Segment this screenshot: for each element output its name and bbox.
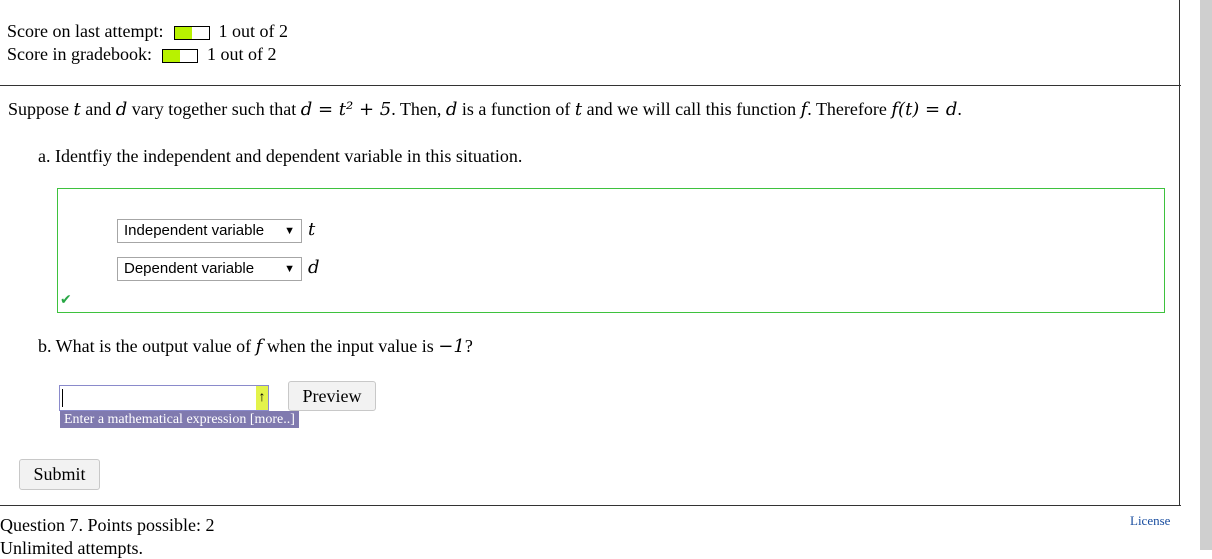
submit-button[interactable]: Submit: [19, 459, 100, 490]
math-var-d: d: [445, 99, 458, 120]
score-last-attempt-bar: [173, 25, 210, 40]
dropdown-arrow-icon: ▼: [284, 225, 295, 237]
next-question-title: Question 7. Points possible: 2: [0, 515, 215, 535]
score-gradebook-bar: [162, 48, 199, 63]
independent-variable-select[interactable]: Independent variable ▼: [117, 219, 302, 243]
score-gradebook: Score in gradebook: 1 out of 2: [7, 43, 276, 65]
select-value: Independent variable: [124, 222, 265, 239]
question-panel: Score on last attempt: 1 out of 2 Score …: [0, 0, 1181, 506]
question-text-part: Suppose: [8, 99, 74, 119]
math-var-d: d: [115, 99, 128, 120]
part-a-prompt: a. Identfiy the independent and dependen…: [38, 146, 523, 166]
math-input-value: −1: [438, 336, 465, 357]
scrollbar[interactable]: [1200, 0, 1212, 550]
up-arrow-icon[interactable]: ↑: [256, 386, 268, 410]
score-last-attempt-value: 1 out of 2: [218, 21, 288, 41]
math-relation: f(t) = d: [891, 99, 958, 120]
divider: [0, 85, 1181, 86]
score-gradebook-value: 1 out of 2: [206, 44, 277, 64]
math-equation: d = t² + 5: [300, 99, 392, 120]
question-text-part: and: [80, 99, 116, 119]
select-value: Dependent variable: [124, 260, 255, 277]
score-gradebook-fill: [163, 49, 181, 62]
math-entry-hint[interactable]: Enter a mathematical expression [more..]: [60, 411, 299, 428]
score-last-attempt-label: Score on last attempt:: [7, 21, 164, 41]
question-text-part: vary together such that: [127, 99, 301, 119]
answer-input[interactable]: ↑: [59, 385, 269, 411]
dependent-variable-select[interactable]: Dependent variable ▼: [117, 257, 302, 281]
part-b-prompt: b. What is the output value of f when th…: [38, 336, 473, 357]
divider: [0, 505, 1181, 506]
text-cursor: [62, 389, 63, 407]
math-var-t: t: [73, 99, 81, 120]
question-text-part: is a function of: [457, 99, 575, 119]
part-b-text: ?: [464, 336, 473, 356]
next-question-attempts: Unlimited attempts.: [0, 538, 143, 558]
variable-t: t: [308, 219, 316, 240]
question-text-part: .: [957, 99, 962, 119]
part-b-text: b. What is the output value of: [38, 336, 256, 356]
variable-d: d: [308, 257, 320, 278]
preview-button[interactable]: Preview: [288, 381, 376, 411]
part-b-text: when the input value is: [262, 336, 439, 356]
question-text-part: . Therefore: [807, 99, 892, 119]
score-gradebook-label: Score in gradebook:: [7, 44, 152, 64]
question-text-part: . Then,: [391, 99, 446, 119]
license-link[interactable]: License: [1130, 513, 1170, 529]
checkmark-icon: ✔: [60, 292, 72, 308]
part-a-answer-box: [57, 188, 1165, 313]
score-last-attempt-fill: [174, 26, 192, 39]
question-text-part: and we will call this function: [582, 99, 801, 119]
question-text: Suppose t and d vary together such that …: [8, 99, 962, 120]
score-last-attempt: Score on last attempt: 1 out of 2: [7, 20, 288, 42]
dropdown-arrow-icon: ▼: [284, 263, 295, 275]
